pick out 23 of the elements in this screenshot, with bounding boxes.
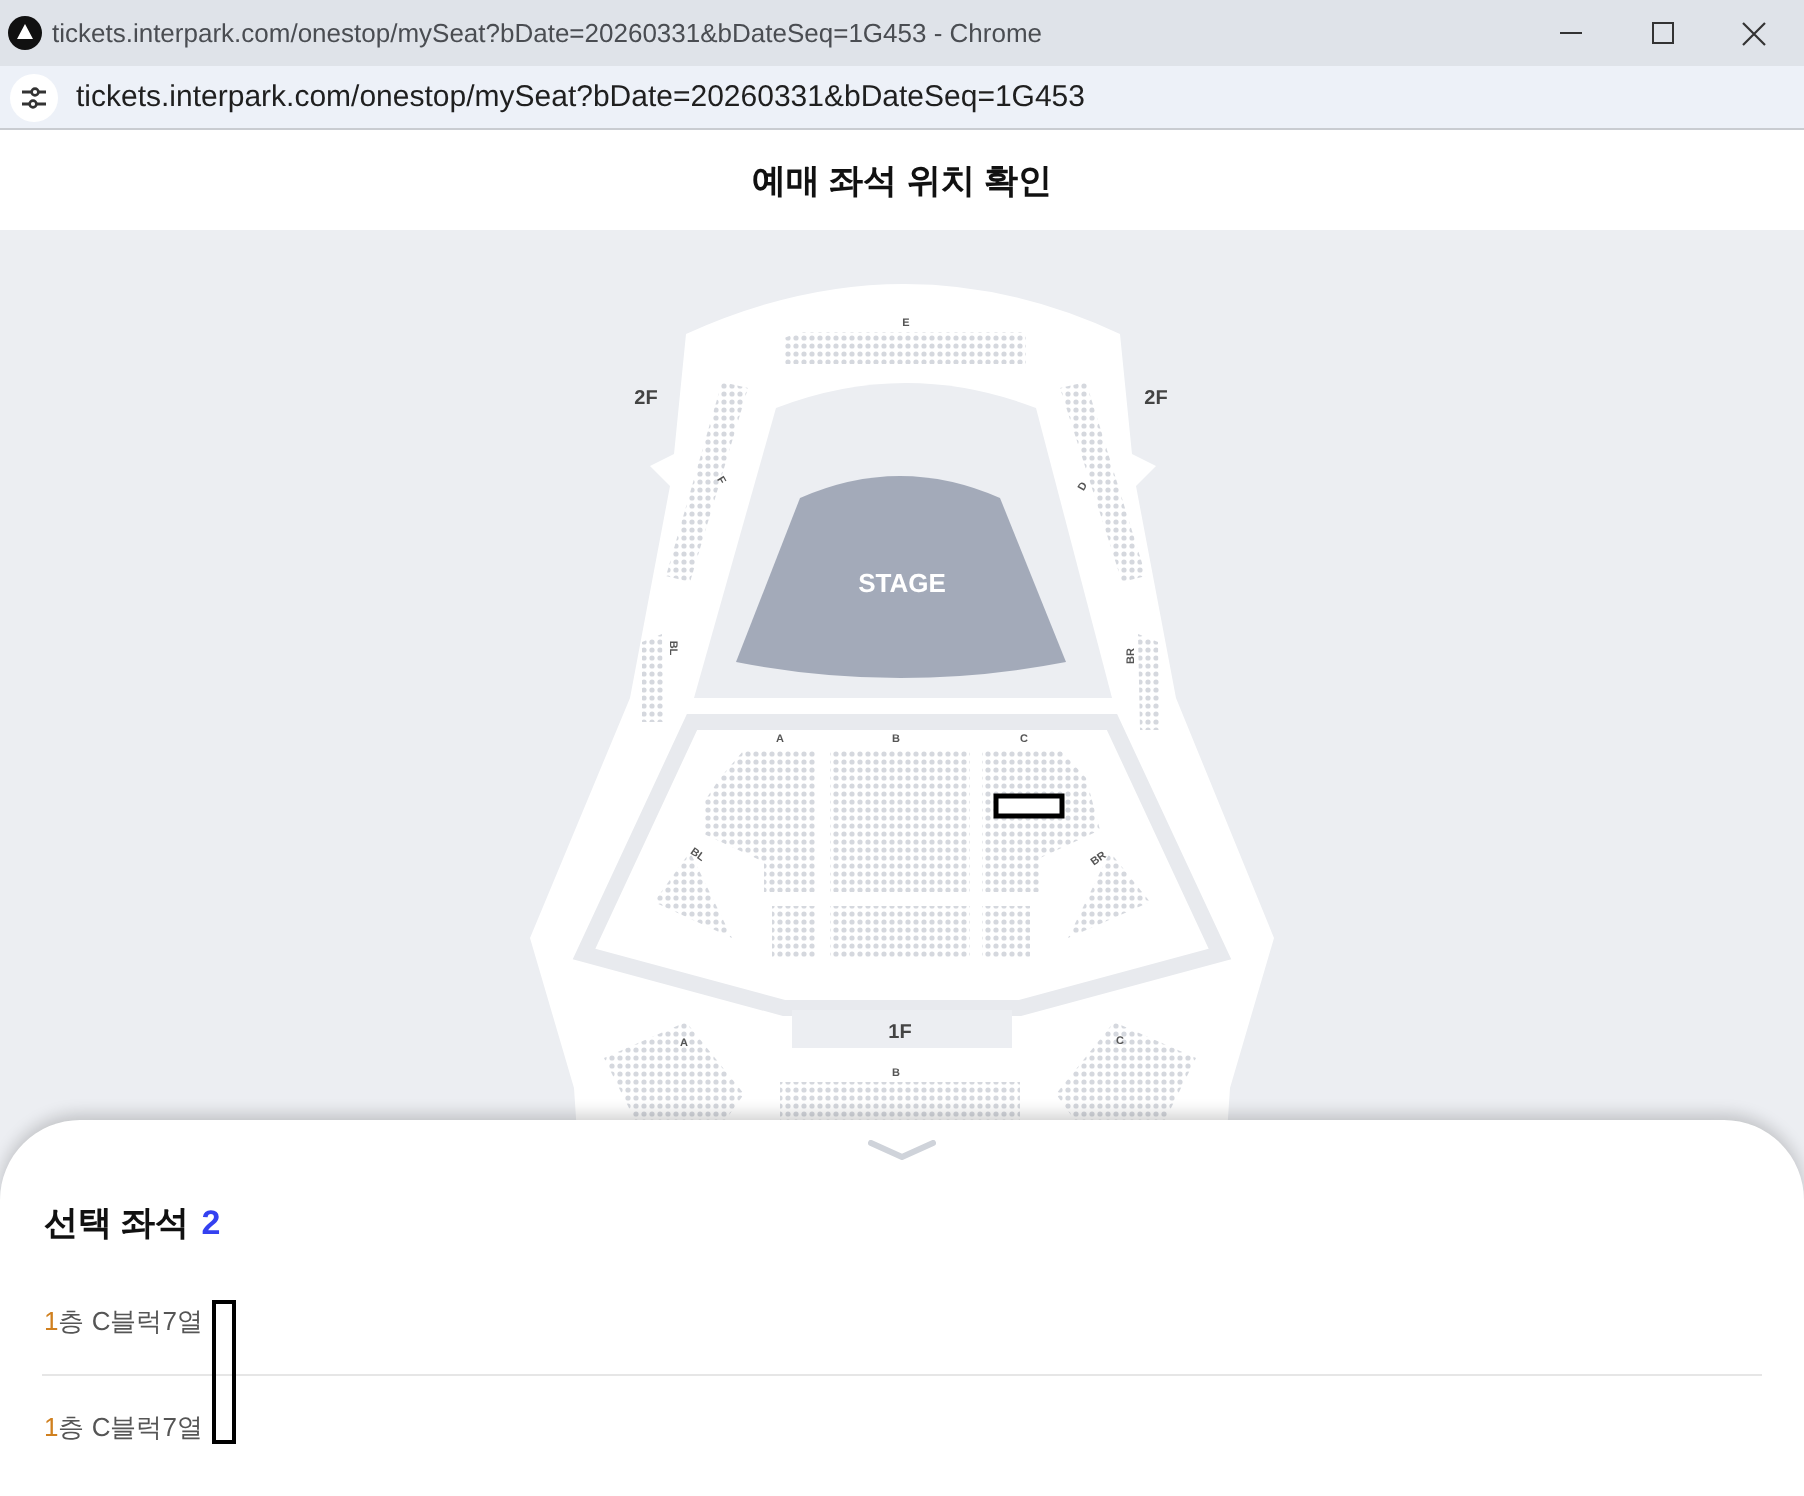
seat-location: 1층 C블럭7열: [44, 1304, 203, 1340]
page-title: 예매 좌석 위치 확인: [751, 159, 1053, 203]
seat-block: [830, 750, 970, 892]
seat-location: 1층 C블럭7열: [44, 1409, 203, 1445]
seat-marker: [993, 793, 1065, 819]
site-settings-icon[interactable]: [10, 73, 58, 121]
app-icon: [8, 16, 42, 50]
window-title: tickets.interpark.com/onestop/mySeat?bDate=20260331&bDateSeq=1G453 - Chrome: [52, 18, 1043, 48]
seat-block: [830, 906, 970, 958]
close-icon: [1742, 21, 1766, 45]
floor-label: 2F: [634, 388, 658, 410]
minimize-icon: [1559, 32, 1581, 34]
selected-seats-count: 2: [201, 1204, 221, 1244]
seat-block: [772, 906, 816, 958]
stage-label: STAGE: [858, 568, 946, 598]
highlight-box: [212, 1300, 236, 1444]
seat-block: [1138, 634, 1160, 730]
seat-block: [642, 634, 664, 722]
selected-seats-heading: 선택 좌석: [44, 1202, 190, 1246]
seat-block: [982, 906, 1030, 958]
floor-label: 1F: [888, 1022, 912, 1044]
maximize-icon: [1651, 22, 1673, 44]
floor-label: 2F: [1144, 388, 1168, 410]
